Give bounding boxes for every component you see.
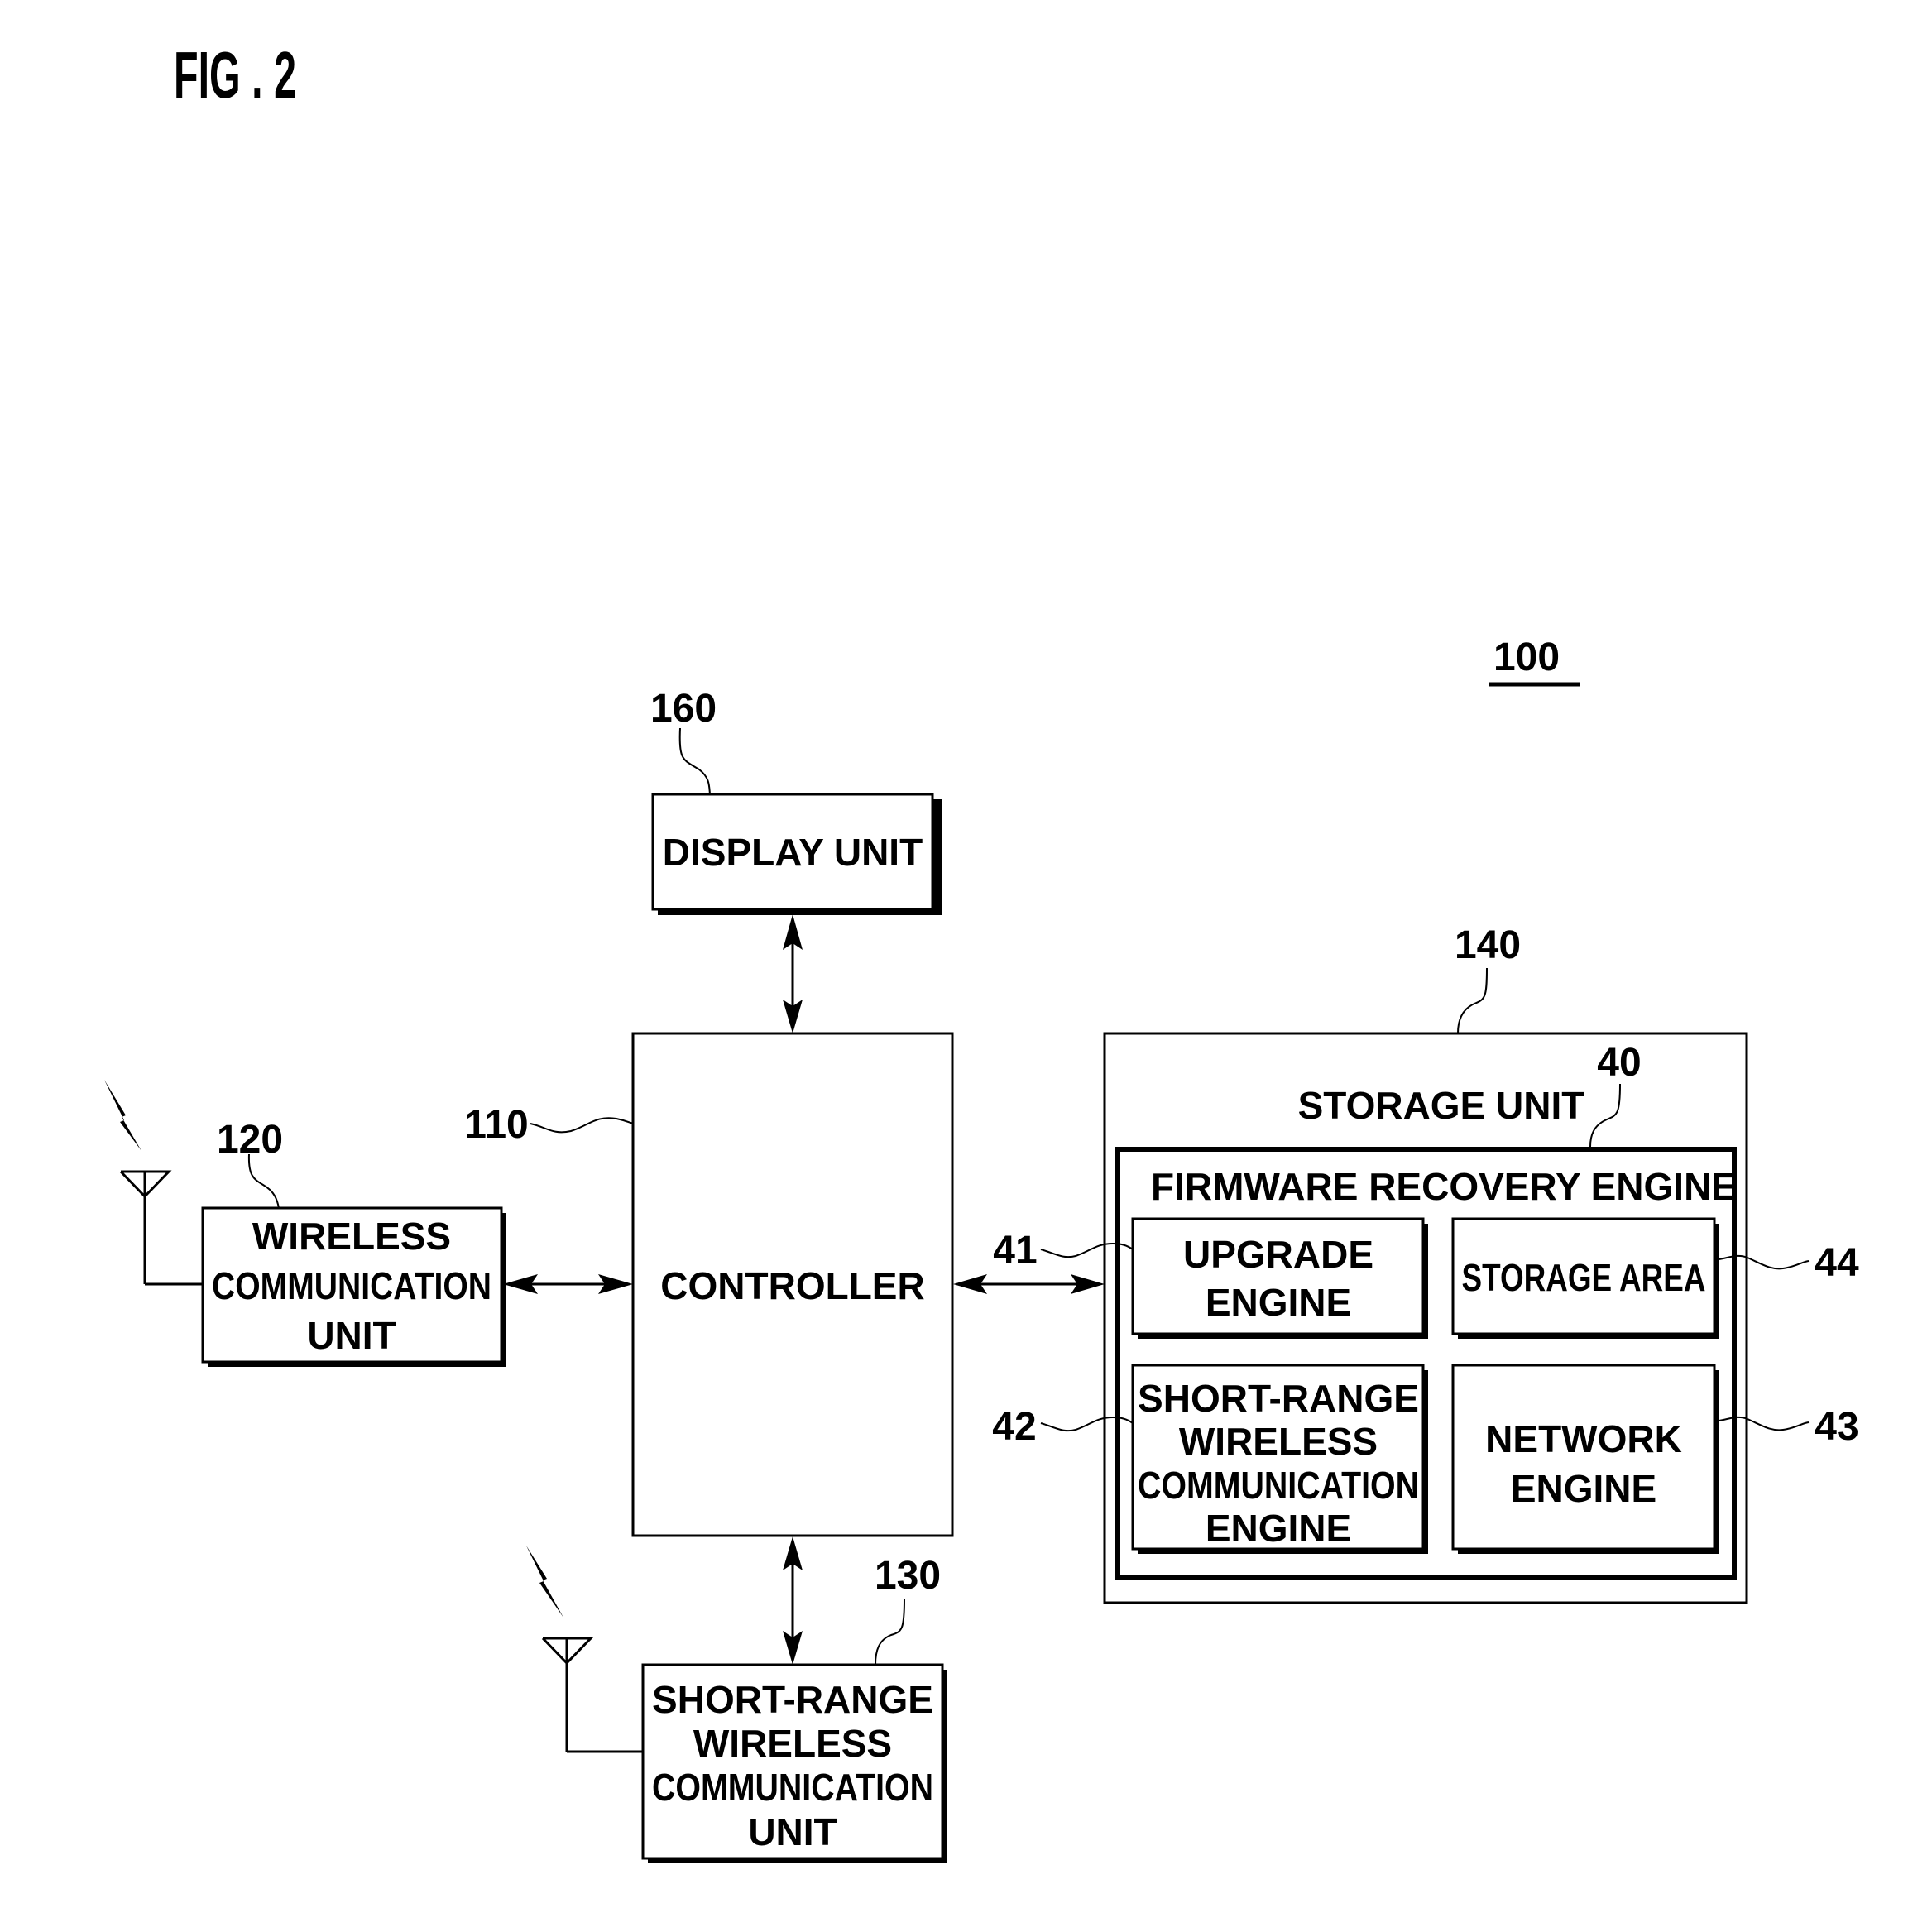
short-range-unit-label-line1: SHORT-RANGE [652, 1678, 933, 1721]
lightning-signal-icon [526, 1546, 563, 1618]
storage-unit-ref-number: 140 [1455, 923, 1521, 967]
upgrade-engine-block[interactable]: UPGRADE ENGINE [1131, 1217, 1428, 1339]
upgrade-engine-label-line2: ENGINE [1206, 1281, 1351, 1324]
block-diagram: FIG . 2 100 DISPLAY UNIT 160 CONTROLLER … [104, 38, 1859, 1863]
short-range-unit-ref-number: 130 [875, 1554, 941, 1598]
wireless-unit-ref: 120 [217, 1118, 283, 1209]
short-range-engine-label-line4: ENGINE [1206, 1507, 1351, 1550]
firmware-engine-ref-number: 40 [1597, 1041, 1641, 1085]
short-range-engine-label-line2: WIRELESS [1179, 1420, 1378, 1463]
display-unit-leader [678, 727, 711, 795]
wireless-unit-label-line1: WIRELESS [252, 1215, 451, 1258]
figure-title: FIG . 2 [174, 38, 296, 112]
storage-unit-label: STORAGE UNIT [1298, 1084, 1585, 1127]
storage-unit-ref: 140 [1455, 923, 1521, 1034]
antenna-icon [119, 1170, 203, 1286]
upgrade-engine-label-line1: UPGRADE [1183, 1233, 1373, 1276]
display-unit-label: DISPLAY UNIT [663, 831, 923, 874]
device-ref-number: 100 [1493, 635, 1560, 679]
firmware-engine-label: FIRMWARE RECOVERY ENGINE [1151, 1165, 1737, 1208]
short-range-unit-label-line3: COMMUNICATION [652, 1766, 933, 1809]
short-range-unit-label-line2: WIRELESS [693, 1722, 892, 1765]
device-ref-label: 100 [1489, 635, 1580, 687]
storage-area-ref-number: 44 [1815, 1241, 1859, 1285]
display-unit-ref-number: 160 [650, 687, 717, 731]
storage-area-block[interactable]: STORAGE AREA [1451, 1217, 1719, 1339]
short-range-engine-label-line1: SHORT-RANGE [1138, 1377, 1419, 1420]
short-range-unit-block[interactable]: SHORT-RANGE WIRELESS COMMUNICATION UNIT [641, 1663, 947, 1863]
arrow-wireless-controller [503, 1274, 633, 1294]
network-engine-block[interactable]: NETWORK ENGINE [1451, 1364, 1719, 1554]
wireless-unit-label-line3: UNIT [307, 1314, 396, 1357]
arrow-controller-short-range [783, 1536, 803, 1665]
storage-unit-leader [1457, 967, 1488, 1034]
network-engine-ref-number: 43 [1815, 1405, 1858, 1449]
display-unit-block[interactable]: DISPLAY UNIT [651, 793, 942, 915]
controller-label: CONTROLLER [660, 1264, 924, 1307]
wireless-unit-leader [247, 1153, 280, 1209]
short-range-unit-ref: 130 [875, 1554, 941, 1666]
network-engine-label-line1: NETWORK [1485, 1417, 1682, 1460]
short-range-engine-ref-number: 42 [992, 1405, 1036, 1449]
controller-leader [530, 1117, 634, 1134]
short-range-engine-label-line3: COMMUNICATION [1138, 1464, 1419, 1507]
wireless-unit-label-line2: COMMUNICATION [212, 1264, 491, 1307]
network-engine-label-line2: ENGINE [1511, 1467, 1656, 1510]
antenna-icon [541, 1637, 643, 1753]
wireless-unit-block[interactable]: WIRELESS COMMUNICATION UNIT [201, 1206, 506, 1367]
short-range-unit-label-line4: UNIT [748, 1810, 837, 1853]
lightning-signal-icon [104, 1080, 141, 1151]
arrow-controller-storage [953, 1274, 1105, 1294]
storage-area-label: STORAGE AREA [1462, 1256, 1706, 1299]
display-unit-ref: 160 [650, 687, 717, 795]
controller-ref: 110 [464, 1103, 634, 1147]
controller-block[interactable]: CONTROLLER [631, 1032, 954, 1537]
short-range-unit-leader [875, 1598, 905, 1666]
arrow-display-controller [783, 914, 803, 1033]
short-range-engine-block[interactable]: SHORT-RANGE WIRELESS COMMUNICATION ENGIN… [1131, 1364, 1428, 1554]
controller-ref-number: 110 [464, 1103, 528, 1147]
upgrade-engine-ref-number: 41 [993, 1229, 1037, 1273]
wireless-unit-ref-number: 120 [217, 1118, 283, 1162]
